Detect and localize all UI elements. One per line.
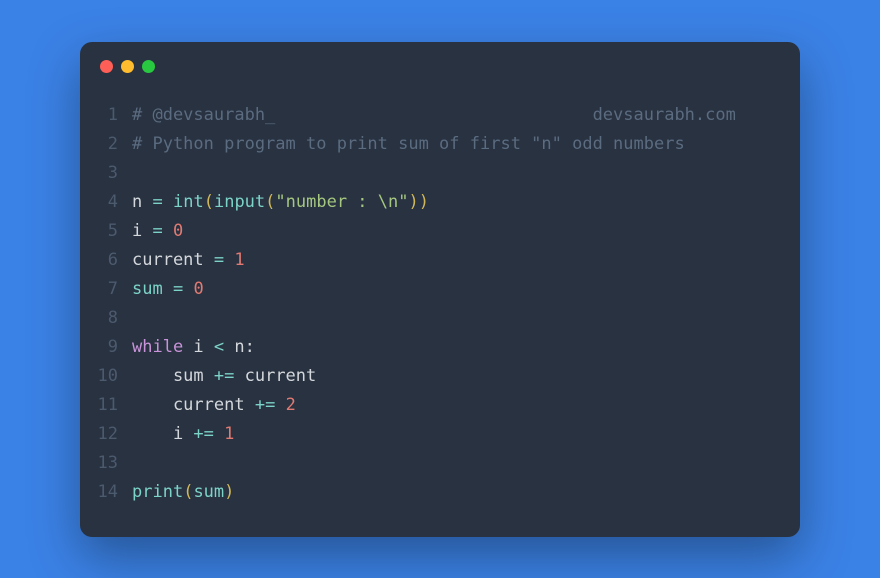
code-content: # Python program to print sum of first "… bbox=[132, 130, 774, 159]
token-plain bbox=[204, 250, 214, 270]
titlebar bbox=[80, 42, 800, 81]
line-number: 14 bbox=[90, 478, 132, 507]
code-content: i = 0 bbox=[132, 217, 774, 246]
token-keyword-func: sum bbox=[132, 279, 163, 299]
code-line: 8 bbox=[90, 304, 774, 333]
line-number: 2 bbox=[90, 130, 132, 159]
token-variable: i bbox=[132, 221, 142, 241]
minimize-icon[interactable] bbox=[121, 60, 134, 73]
token-plain: current bbox=[132, 395, 255, 415]
code-line: 6current = 1 bbox=[90, 246, 774, 275]
token-plain: current bbox=[234, 366, 316, 386]
token-plain bbox=[214, 424, 224, 444]
token-plain bbox=[275, 395, 285, 415]
line-number: 5 bbox=[90, 217, 132, 246]
code-line: 13 bbox=[90, 449, 774, 478]
token-keyword: while bbox=[132, 337, 183, 357]
code-content: i += 1 bbox=[132, 420, 774, 449]
code-editor: 1# @devsaurabh_ devsaurabh.com2# Python … bbox=[80, 81, 800, 537]
code-line: 5i = 0 bbox=[90, 217, 774, 246]
line-number: 6 bbox=[90, 246, 132, 275]
token-operator: = bbox=[214, 250, 224, 270]
close-icon[interactable] bbox=[100, 60, 113, 73]
line-number: 12 bbox=[90, 420, 132, 449]
token-string: "number : \n" bbox=[275, 192, 408, 212]
token-plain bbox=[142, 221, 152, 241]
token-plain bbox=[163, 192, 173, 212]
line-number: 4 bbox=[90, 188, 132, 217]
code-line: 9while i < n: bbox=[90, 333, 774, 362]
token-operator: += bbox=[255, 395, 275, 415]
code-content: current += 2 bbox=[132, 391, 774, 420]
token-number: 0 bbox=[173, 221, 183, 241]
code-line: 2# Python program to print sum of first … bbox=[90, 130, 774, 159]
token-number: 1 bbox=[234, 250, 244, 270]
token-variable: n bbox=[132, 192, 142, 212]
code-content: sum += current bbox=[132, 362, 774, 391]
line-number: 3 bbox=[90, 159, 132, 188]
line-number: 1 bbox=[90, 101, 132, 130]
code-line: 4n = int(input("number : \n")) bbox=[90, 188, 774, 217]
token-paren: ( bbox=[204, 192, 214, 212]
code-window: 1# @devsaurabh_ devsaurabh.com2# Python … bbox=[80, 42, 800, 537]
token-plain bbox=[224, 250, 234, 270]
token-paren: ) bbox=[224, 482, 234, 502]
token-paren: ( bbox=[183, 482, 193, 502]
token-plain: i bbox=[132, 424, 193, 444]
code-line: 7sum = 0 bbox=[90, 275, 774, 304]
token-operator: < bbox=[214, 337, 224, 357]
code-content: # @devsaurabh_ devsaurabh.com bbox=[132, 101, 774, 130]
token-number: 2 bbox=[286, 395, 296, 415]
line-number: 10 bbox=[90, 362, 132, 391]
token-paren: ) bbox=[419, 192, 429, 212]
token-paren: ( bbox=[265, 192, 275, 212]
line-number: 13 bbox=[90, 449, 132, 478]
maximize-icon[interactable] bbox=[142, 60, 155, 73]
code-content: n = int(input("number : \n")) bbox=[132, 188, 774, 217]
line-number: 11 bbox=[90, 391, 132, 420]
token-keyword-func: print bbox=[132, 482, 183, 502]
code-line: 12 i += 1 bbox=[90, 420, 774, 449]
line-number: 9 bbox=[90, 333, 132, 362]
code-content: while i < n: bbox=[132, 333, 774, 362]
line-number: 7 bbox=[90, 275, 132, 304]
code-line: 3 bbox=[90, 159, 774, 188]
token-operator: += bbox=[214, 366, 234, 386]
code-content bbox=[132, 304, 774, 333]
code-content: print(sum) bbox=[132, 478, 774, 507]
code-content: current = 1 bbox=[132, 246, 774, 275]
token-comment: # @devsaurabh_ devsaurabh.com bbox=[132, 105, 736, 125]
token-operator: = bbox=[173, 279, 183, 299]
token-keyword-func: int bbox=[173, 192, 204, 212]
token-operator: = bbox=[153, 192, 163, 212]
code-content bbox=[132, 449, 774, 478]
code-line: 14print(sum) bbox=[90, 478, 774, 507]
token-plain: i bbox=[183, 337, 214, 357]
token-number: 1 bbox=[224, 424, 234, 444]
code-content bbox=[132, 159, 774, 188]
token-plain: sum bbox=[132, 366, 214, 386]
token-plain bbox=[183, 279, 193, 299]
token-keyword-func: sum bbox=[193, 482, 224, 502]
token-keyword-func: input bbox=[214, 192, 265, 212]
token-plain bbox=[163, 221, 173, 241]
token-variable: current bbox=[132, 250, 204, 270]
token-plain: n: bbox=[224, 337, 255, 357]
code-line: 1# @devsaurabh_ devsaurabh.com bbox=[90, 101, 774, 130]
token-plain bbox=[142, 192, 152, 212]
token-paren: ) bbox=[408, 192, 418, 212]
line-number: 8 bbox=[90, 304, 132, 333]
code-content: sum = 0 bbox=[132, 275, 774, 304]
token-plain bbox=[163, 279, 173, 299]
token-operator: = bbox=[153, 221, 163, 241]
code-line: 10 sum += current bbox=[90, 362, 774, 391]
token-operator: += bbox=[193, 424, 213, 444]
token-number: 0 bbox=[193, 279, 203, 299]
token-comment: # Python program to print sum of first "… bbox=[132, 134, 685, 154]
code-line: 11 current += 2 bbox=[90, 391, 774, 420]
